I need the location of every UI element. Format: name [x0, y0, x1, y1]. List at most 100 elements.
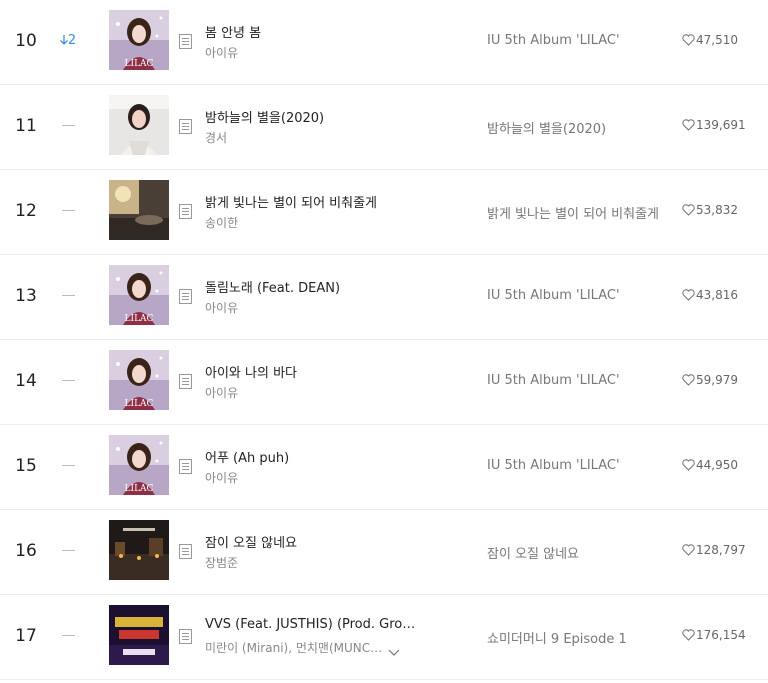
artist-name[interactable]: 아이유	[205, 384, 383, 401]
like-button[interactable]: 59,979	[682, 373, 762, 387]
rank-number: 11	[15, 116, 37, 136]
artist-name[interactable]: 미란이 (Mirani), 먼치맨(MUNCHMAN)	[205, 639, 383, 656]
song-info-icon[interactable]	[179, 629, 192, 644]
song-title[interactable]: 돌림노래 (Feat. DEAN)	[205, 277, 420, 296]
heart-icon	[682, 288, 696, 302]
rank-change	[56, 118, 80, 133]
artist-name[interactable]: 송이한	[205, 214, 383, 231]
svg-text:LILAC: LILAC	[125, 59, 154, 69]
like-count: 139,691	[696, 118, 746, 132]
album-cover[interactable]: LILAC	[109, 265, 169, 325]
arrow-down-icon	[59, 33, 68, 48]
rank-change: 2	[56, 33, 80, 48]
like-button[interactable]: 53,832	[682, 203, 762, 217]
album-cover[interactable]: LILAC	[109, 435, 169, 495]
like-button[interactable]: 139,691	[682, 118, 762, 132]
song-info-icon[interactable]	[179, 544, 192, 559]
song-title[interactable]: 어푸 (Ah puh)	[205, 447, 420, 466]
rank-number: 16	[15, 541, 37, 561]
album-name[interactable]: 밝게 빛나는 별이 되어 비춰줄게	[487, 203, 662, 222]
song-info-icon[interactable]	[179, 204, 192, 219]
no-change-dash-icon	[61, 295, 75, 296]
chart-row[interactable]: 12 밝게 빛나는 별이 되어 비춰줄게 송이한 밝게 빛나는 별이 되어 비춰줄게 5…	[0, 170, 768, 255]
album-name[interactable]: IU 5th Album 'LILAC'	[487, 288, 662, 303]
no-change-dash-icon	[61, 210, 75, 211]
rank-number: 15	[15, 456, 37, 476]
rank-number: 13	[15, 286, 37, 306]
song-info-icon[interactable]	[179, 459, 192, 474]
like-count: 43,816	[696, 288, 738, 302]
like-count: 59,979	[696, 373, 738, 387]
chart-row[interactable]: 13 LILAC 돌림노래 (Feat. DEAN) 아이유 IU 5th Album …	[0, 255, 768, 340]
chart-row[interactable]: 17 VVS (Feat. JUSTHIS) (Prod. GroovyRoom)…	[0, 595, 768, 680]
chart-row[interactable]: 16 잠이 오질 않네요장범준 잠이 오질 않네요 128,797	[0, 510, 768, 595]
rank-number: 14	[15, 371, 37, 391]
rank-number: 10	[15, 31, 37, 51]
song-title[interactable]: VVS (Feat. JUSTHIS) (Prod. GroovyRoom)	[205, 617, 420, 632]
song-title[interactable]: 잠이 오질 않네요	[205, 532, 420, 551]
chart-row[interactable]: 10 2 LILAC 봄 안녕 봄아이유 IU 5th Album 'LILAC' 47,…	[0, 0, 768, 85]
artist-name[interactable]: 아이유	[205, 469, 383, 486]
chart-row[interactable]: 11 밤하늘의 별을(2020) 경서 밤하늘의 별을(2020) 139,691	[0, 85, 768, 170]
like-button[interactable]: 44,950	[682, 458, 762, 472]
album-cover[interactable]: LILAC	[109, 10, 169, 70]
svg-text:LILAC: LILAC	[125, 399, 154, 409]
no-change-dash-icon	[61, 125, 75, 126]
song-info-icon[interactable]	[179, 119, 192, 134]
like-count: 176,154	[696, 628, 746, 642]
no-change-dash-icon	[61, 550, 75, 551]
artist-name[interactable]: 아이유	[205, 299, 383, 316]
chart-row[interactable]: 14 LILAC 아이와 나의 바다아이유 IU 5th Album 'LILAC' 5…	[0, 340, 768, 425]
song-info-icon[interactable]	[179, 34, 192, 49]
song-title[interactable]: 아이와 나의 바다	[205, 362, 420, 381]
song-info-icon[interactable]	[179, 374, 192, 389]
rank-change	[56, 288, 80, 303]
rank-change	[56, 543, 80, 558]
song-title[interactable]: 밝게 빛나는 별이 되어 비춰줄게	[205, 192, 420, 211]
rank-change	[56, 373, 80, 388]
artist-name[interactable]: 경서	[205, 129, 383, 146]
svg-text:LILAC: LILAC	[125, 484, 154, 494]
album-name[interactable]: IU 5th Album 'LILAC'	[487, 458, 662, 473]
chart-list: 10 2 LILAC 봄 안녕 봄아이유 IU 5th Album 'LILAC' 47,…	[0, 0, 768, 683]
like-button[interactable]: 128,797	[682, 543, 762, 557]
album-cover[interactable]	[109, 605, 169, 665]
like-button[interactable]: 47,510	[682, 33, 762, 47]
heart-icon	[682, 33, 696, 47]
heart-icon	[682, 543, 696, 557]
heart-icon	[682, 203, 696, 217]
chevron-down-icon[interactable]	[388, 642, 400, 656]
rank-change	[56, 203, 80, 218]
chart-row[interactable]: 15 LILAC 어푸 (Ah puh) 아이유 IU 5th Album 'LILAC…	[0, 425, 768, 510]
song-title[interactable]: 봄 안녕 봄	[205, 22, 420, 41]
no-change-dash-icon	[61, 465, 75, 466]
song-title[interactable]: 밤하늘의 별을(2020)	[205, 107, 420, 126]
album-cover[interactable]	[109, 520, 169, 580]
heart-icon	[682, 458, 696, 472]
album-name[interactable]: IU 5th Album 'LILAC'	[487, 373, 662, 388]
artist-name[interactable]: 장범준	[205, 554, 383, 571]
album-name[interactable]: 쇼미더머니 9 Episode 1	[487, 628, 662, 647]
album-name[interactable]: 밤하늘의 별을(2020)	[487, 118, 662, 137]
album-name[interactable]: IU 5th Album 'LILAC'	[487, 33, 662, 48]
song-info-icon[interactable]	[179, 289, 192, 304]
no-change-dash-icon	[61, 635, 75, 636]
svg-text:LILAC: LILAC	[125, 314, 154, 324]
heart-icon	[682, 118, 696, 132]
rank-change-amount: 2	[67, 33, 77, 48]
rank-number: 17	[15, 626, 37, 646]
no-change-dash-icon	[61, 380, 75, 381]
rank-change	[56, 458, 80, 473]
heart-icon	[682, 628, 696, 642]
album-name[interactable]: 잠이 오질 않네요	[487, 543, 662, 562]
like-count: 44,950	[696, 458, 738, 472]
like-button[interactable]: 176,154	[682, 628, 762, 642]
like-count: 53,832	[696, 203, 738, 217]
heart-icon	[682, 373, 696, 387]
like-button[interactable]: 43,816	[682, 288, 762, 302]
rank-change	[56, 628, 80, 643]
album-cover[interactable]: LILAC	[109, 350, 169, 410]
artist-name[interactable]: 아이유	[205, 44, 383, 61]
album-cover[interactable]	[109, 180, 169, 240]
album-cover[interactable]	[109, 95, 169, 155]
